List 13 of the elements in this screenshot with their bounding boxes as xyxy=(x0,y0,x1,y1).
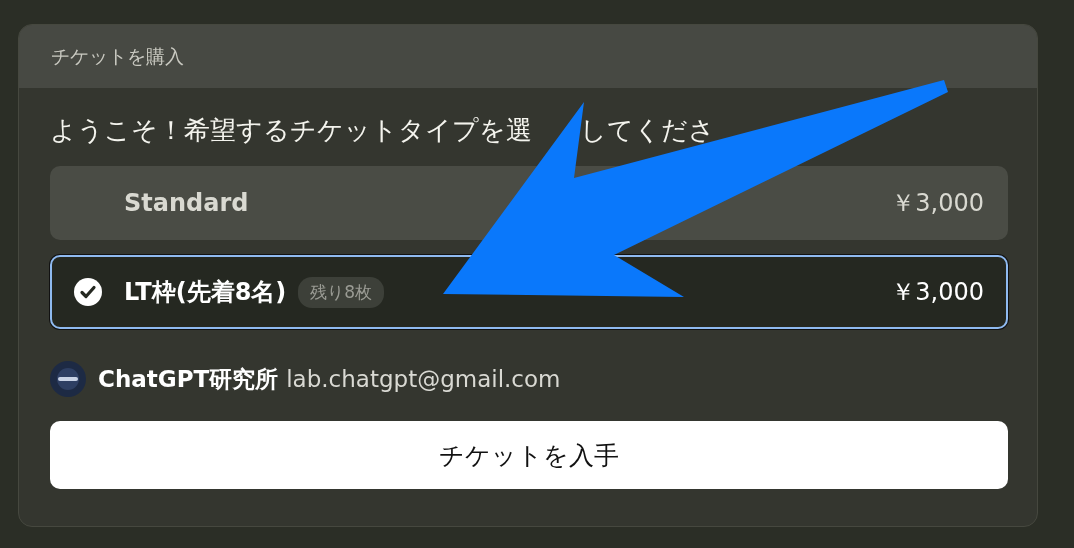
remaining-badge: 残り8枚 xyxy=(298,276,385,308)
organizer-name: ChatGPT研究所 xyxy=(98,364,279,394)
intro-text: ようこそ！希望するチケットタイプを選 xyxy=(50,113,532,147)
dialog-title: チケットを購入 xyxy=(51,43,184,69)
intro-text: してくださ xyxy=(580,113,715,147)
ticket-name: Standard xyxy=(124,189,249,217)
get-ticket-button[interactable]: チケットを入手 xyxy=(50,421,1008,489)
check-icon xyxy=(74,278,102,306)
avatar-icon xyxy=(50,361,86,397)
ticket-price: ￥3,000 xyxy=(891,277,984,308)
ticket-name: LT枠(先着8名) xyxy=(124,277,287,308)
organizer-email: lab.chatgpt@gmail.com xyxy=(286,366,561,392)
ticket-price: ￥3,000 xyxy=(891,188,984,219)
